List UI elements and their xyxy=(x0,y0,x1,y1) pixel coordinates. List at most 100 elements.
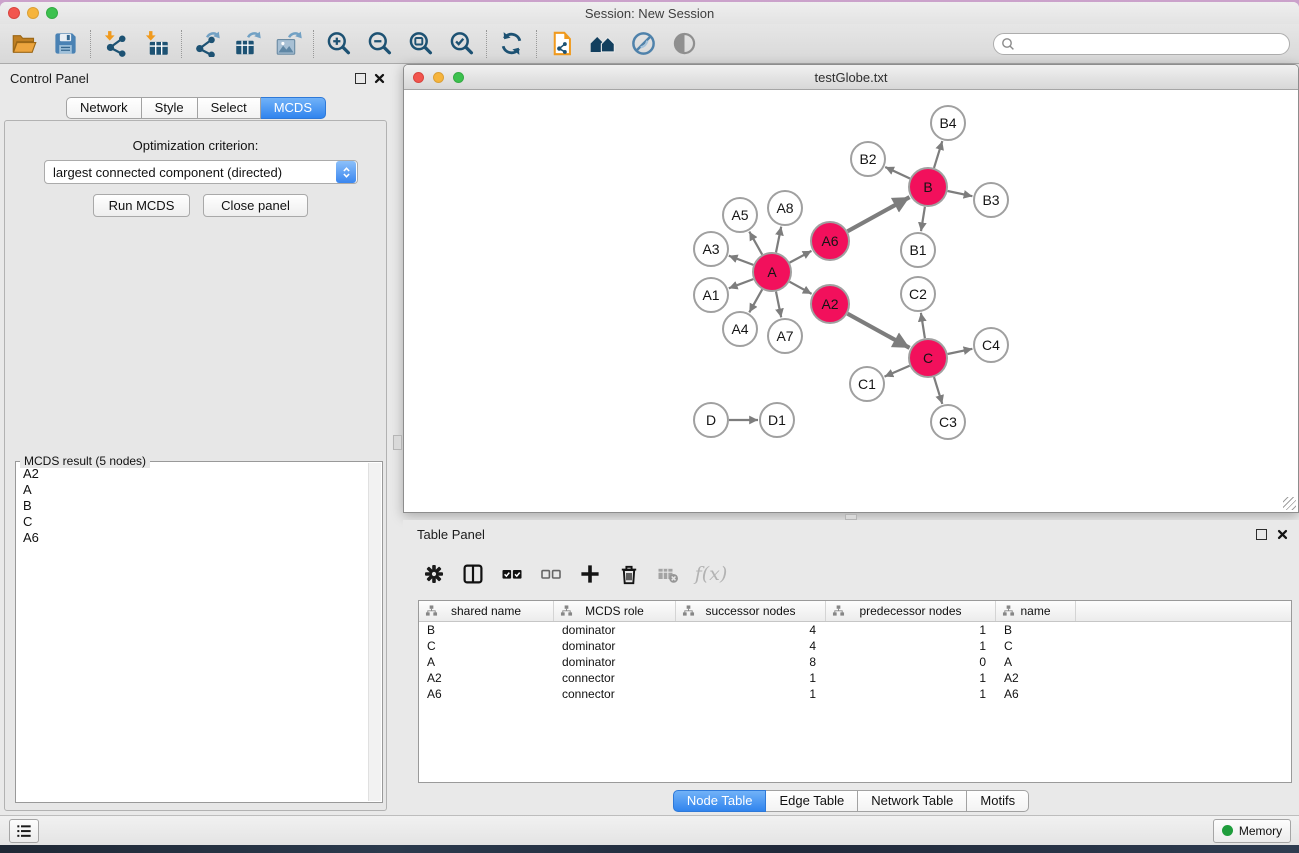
table-mode-gear-button[interactable] xyxy=(421,561,447,587)
graph-edge[interactable] xyxy=(948,191,973,196)
graph-edge[interactable] xyxy=(776,227,781,253)
search-field[interactable] xyxy=(993,33,1290,55)
graph-node[interactable]: A4 xyxy=(723,312,757,346)
tab-style[interactable]: Style xyxy=(142,97,198,119)
graph-node[interactable]: C1 xyxy=(850,367,884,401)
mcds-result-item[interactable]: A6 xyxy=(16,530,367,546)
maximize-window-button[interactable] xyxy=(46,7,58,19)
graph-edge[interactable] xyxy=(848,197,910,231)
tab-select[interactable]: Select xyxy=(198,97,261,119)
window-resize-grip[interactable] xyxy=(1283,497,1296,510)
table-close-panel-icon[interactable] xyxy=(1276,528,1289,541)
deselect-all-rows-button[interactable] xyxy=(538,561,564,587)
graph-node[interactable]: C2 xyxy=(901,277,935,311)
column-header-successor-nodes[interactable]: successor nodes xyxy=(676,601,826,621)
table-row[interactable]: Bdominator41B xyxy=(419,622,1291,638)
graph-node[interactable]: A8 xyxy=(768,191,802,225)
import-table-file-button[interactable] xyxy=(136,27,177,61)
search-input[interactable] xyxy=(1015,35,1289,53)
export-table-button[interactable] xyxy=(227,27,268,61)
graph-edge[interactable] xyxy=(848,314,910,348)
tab-mcds[interactable]: MCDS xyxy=(261,97,326,119)
table-tab-motifs[interactable]: Motifs xyxy=(967,790,1029,812)
network-list-button[interactable] xyxy=(9,819,39,843)
mcds-result-item[interactable]: A2 xyxy=(16,466,367,482)
graph-node[interactable]: D1 xyxy=(760,403,794,437)
network-maximize-button[interactable] xyxy=(453,72,464,83)
graph-node[interactable]: B4 xyxy=(931,106,965,140)
export-image-button[interactable] xyxy=(268,27,309,61)
zoom-selected-region-button[interactable] xyxy=(441,27,482,61)
table-tab-network-table[interactable]: Network Table xyxy=(858,790,967,812)
export-network-button[interactable] xyxy=(186,27,227,61)
table-row[interactable]: Adominator80A xyxy=(419,654,1291,670)
float-panel-icon[interactable] xyxy=(355,73,366,84)
graph-node[interactable]: A6 xyxy=(811,222,849,260)
network-close-button[interactable] xyxy=(413,72,424,83)
result-scrollbar[interactable] xyxy=(368,463,381,801)
network-graph[interactable]: B4B2BB3A5A8A6A3B1AA1C2A2A4A7C4CC1DD1C3 xyxy=(404,90,1298,512)
import-network-file-button[interactable] xyxy=(95,27,136,61)
graph-node[interactable]: A2 xyxy=(811,285,849,323)
zoom-fit-content-button[interactable] xyxy=(400,27,441,61)
close-window-button[interactable] xyxy=(8,7,20,19)
table-tab-node-table[interactable]: Node Table xyxy=(673,790,767,812)
graph-edge[interactable] xyxy=(790,251,812,263)
show-graphics-details-button[interactable] xyxy=(664,27,705,61)
network-window-titlebar[interactable]: testGlobe.txt xyxy=(404,65,1298,90)
graph-node[interactable]: B xyxy=(909,168,947,206)
graph-edge[interactable] xyxy=(885,167,910,179)
graph-edge[interactable] xyxy=(921,207,925,231)
criterion-dropdown[interactable]: largest connected component (directed) xyxy=(44,160,358,184)
graph-node[interactable]: B3 xyxy=(974,183,1008,217)
column-header-name[interactable]: name xyxy=(996,601,1076,621)
memory-button[interactable]: Memory xyxy=(1213,819,1291,843)
new-network-from-selection-button[interactable] xyxy=(541,27,582,61)
graph-edge[interactable] xyxy=(776,292,781,318)
show-column-panel-button[interactable] xyxy=(460,561,486,587)
graph-edge[interactable] xyxy=(729,279,754,288)
graph-edge[interactable] xyxy=(934,141,942,168)
minimize-window-button[interactable] xyxy=(27,7,39,19)
column-header-predecessor-nodes[interactable]: predecessor nodes xyxy=(826,601,996,621)
graph-node[interactable]: D xyxy=(694,403,728,437)
save-session-button[interactable] xyxy=(45,27,86,61)
graph-node[interactable]: A xyxy=(753,253,791,291)
table-row[interactable]: A2connector11A2 xyxy=(419,670,1291,686)
graph-node[interactable]: A7 xyxy=(768,319,802,353)
table-float-panel-icon[interactable] xyxy=(1256,529,1267,540)
table-row[interactable]: Cdominator41C xyxy=(419,638,1291,654)
graph-edge[interactable] xyxy=(921,313,925,338)
graph-edge[interactable] xyxy=(948,349,973,354)
zoom-in-button[interactable] xyxy=(318,27,359,61)
table-row[interactable]: A6connector11A6 xyxy=(419,686,1291,702)
open-file-button[interactable] xyxy=(4,27,45,61)
network-minimize-button[interactable] xyxy=(433,72,444,83)
delete-columns-button[interactable] xyxy=(616,561,642,587)
first-neighbors-button[interactable] xyxy=(582,27,623,61)
hide-selected-button[interactable] xyxy=(623,27,664,61)
apply-preferred-layout-button[interactable] xyxy=(491,27,532,61)
select-all-rows-button[interactable] xyxy=(499,561,525,587)
graph-node[interactable]: B2 xyxy=(851,142,885,176)
vertical-splitter-handle[interactable] xyxy=(393,435,402,450)
graph-edge[interactable] xyxy=(885,366,910,377)
column-header-shared-name[interactable]: shared name xyxy=(419,601,554,621)
graph-node[interactable]: C4 xyxy=(974,328,1008,362)
graph-node[interactable]: C3 xyxy=(931,405,965,439)
graph-node[interactable]: B1 xyxy=(901,233,935,267)
close-panel-icon[interactable] xyxy=(373,72,386,85)
column-header-MCDS-role[interactable]: MCDS role xyxy=(554,601,676,621)
graph-edge[interactable] xyxy=(729,256,754,265)
graph-edge[interactable] xyxy=(934,377,942,404)
tab-network[interactable]: Network xyxy=(66,97,142,119)
mcds-result-item[interactable]: B xyxy=(16,498,367,514)
graph-node[interactable]: A3 xyxy=(694,232,728,266)
run-mcds-button[interactable]: Run MCDS xyxy=(93,194,190,217)
close-panel-button[interactable]: Close panel xyxy=(203,194,308,217)
graph-node[interactable]: A1 xyxy=(694,278,728,312)
mcds-result-item[interactable]: C xyxy=(16,514,367,530)
mcds-result-item[interactable]: A xyxy=(16,482,367,498)
graph-node[interactable]: A5 xyxy=(723,198,757,232)
graph-edge[interactable] xyxy=(749,289,762,312)
